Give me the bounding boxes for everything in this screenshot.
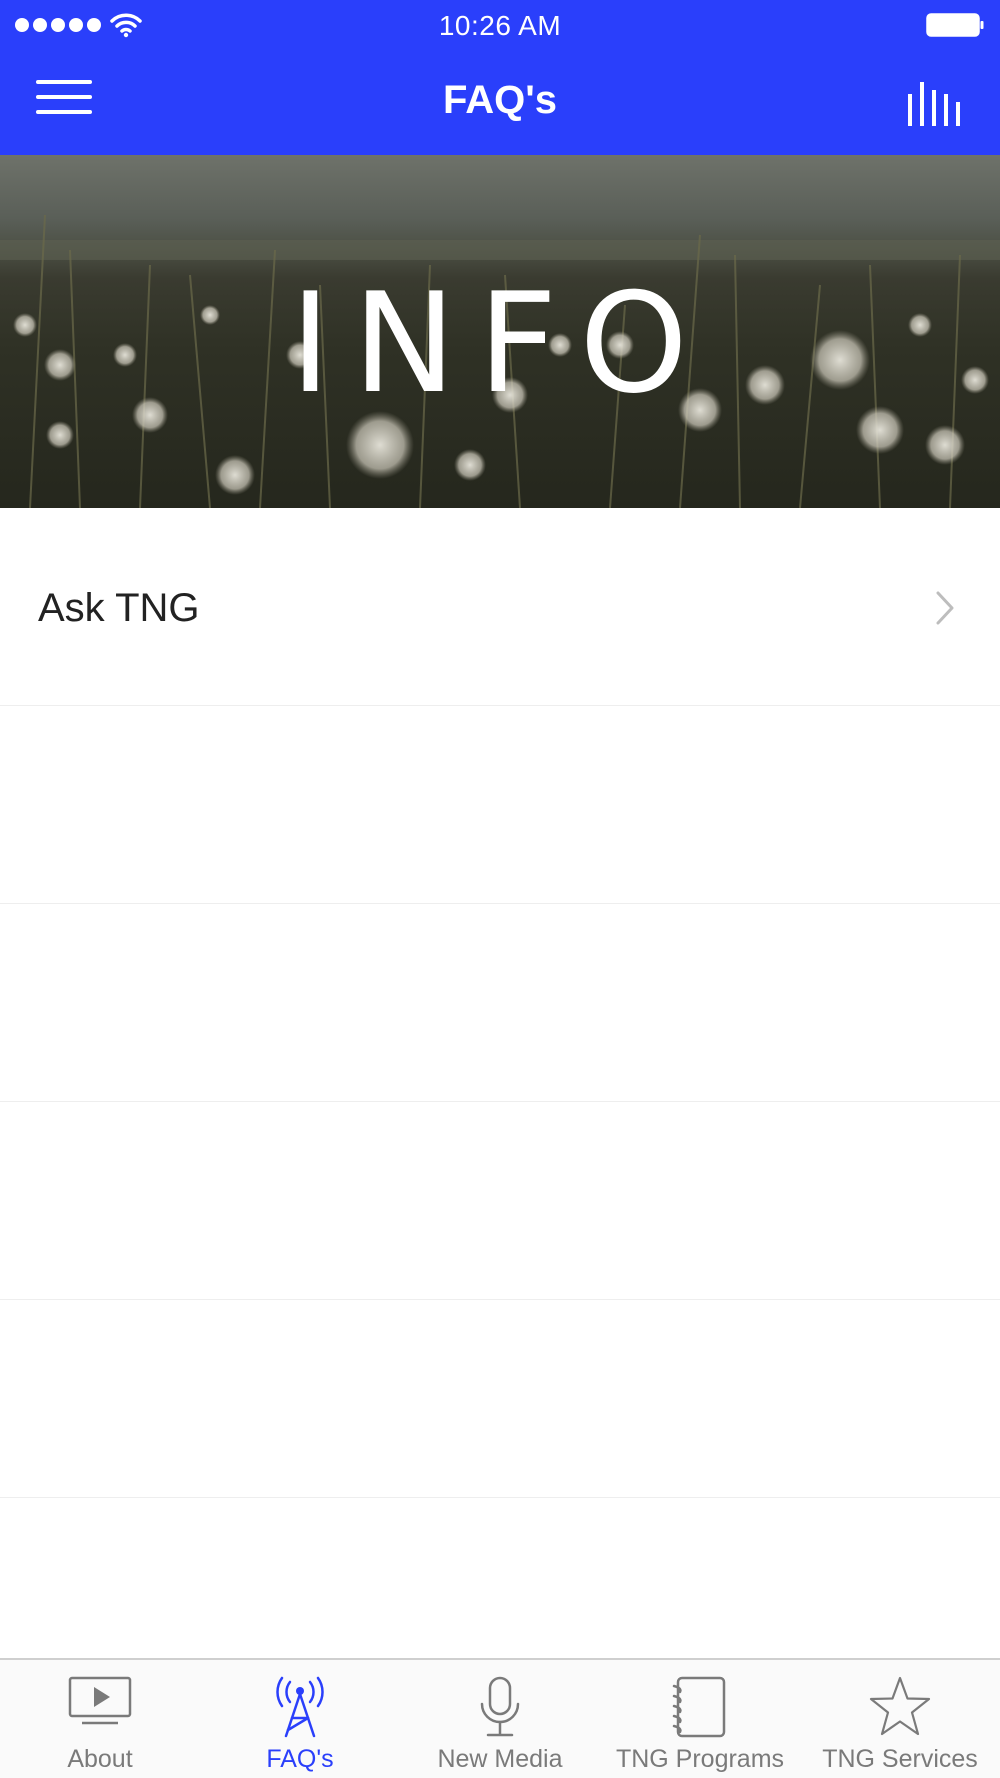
hero-title: INFO bbox=[290, 263, 710, 424]
status-bar: 10:26 AM bbox=[0, 0, 1000, 50]
list-item bbox=[0, 706, 1000, 904]
navigation-bar: FAQ's bbox=[0, 50, 1000, 155]
status-time: 10:26 AM bbox=[438, 10, 562, 41]
tab-label: TNG Programs bbox=[615, 1745, 785, 1773]
star-icon bbox=[869, 1676, 931, 1736]
notebook-icon bbox=[672, 1676, 726, 1738]
list-item bbox=[0, 1102, 1000, 1300]
tab-label: About bbox=[67, 1745, 133, 1773]
list-item-label: Ask TNG bbox=[38, 586, 200, 630]
page-title: FAQ's bbox=[443, 78, 557, 122]
faq-list: Ask TNG bbox=[0, 508, 1000, 1498]
equalizer-bars-icon[interactable] bbox=[906, 80, 964, 126]
tab-new-media[interactable]: New Media bbox=[400, 1660, 600, 1778]
tab-bar: About FAQ's New Media TNG Programs TNG S… bbox=[0, 1658, 1000, 1778]
play-tv-icon bbox=[68, 1676, 132, 1725]
list-item-ask-tng[interactable]: Ask TNG bbox=[0, 508, 1000, 706]
tab-faqs[interactable]: FAQ's bbox=[200, 1660, 400, 1778]
tab-label: New Media bbox=[437, 1745, 563, 1773]
hero-banner: INFO bbox=[0, 155, 1000, 508]
tab-label: FAQ's bbox=[266, 1745, 334, 1773]
tab-tng-services[interactable]: TNG Services bbox=[800, 1660, 1000, 1778]
tab-about[interactable]: About bbox=[0, 1660, 200, 1778]
chevron-right-icon bbox=[936, 591, 954, 625]
battery-icon bbox=[926, 13, 984, 37]
microphone-icon bbox=[480, 1676, 520, 1737]
radio-tower-icon bbox=[276, 1676, 324, 1738]
tab-tng-programs[interactable]: TNG Programs bbox=[600, 1660, 800, 1778]
list-item bbox=[0, 904, 1000, 1102]
tab-label: TNG Services bbox=[822, 1745, 978, 1773]
list-item bbox=[0, 1300, 1000, 1498]
app-header: 10:26 AM FAQ's bbox=[0, 0, 1000, 155]
